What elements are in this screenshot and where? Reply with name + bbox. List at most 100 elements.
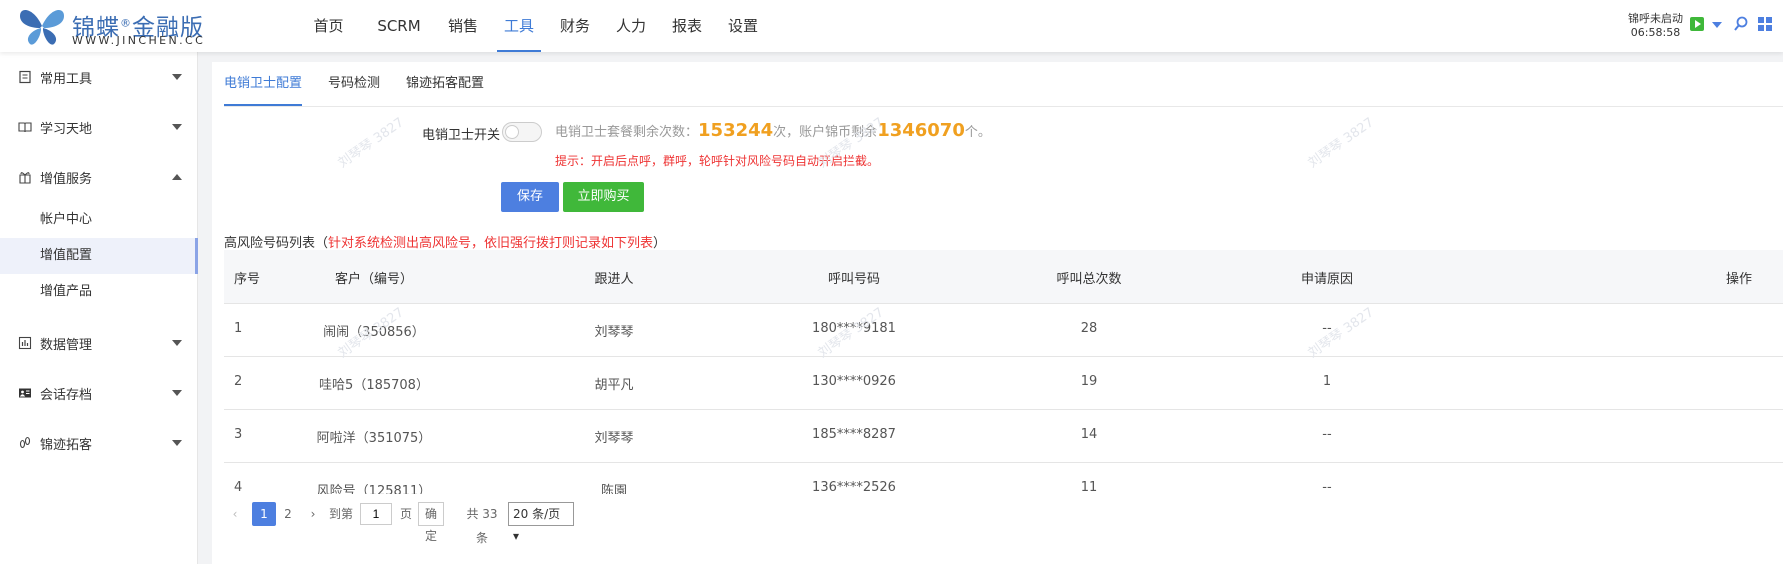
sidebar-subitem-value-products[interactable]: 增值产品: [0, 274, 198, 310]
book-icon: [18, 122, 32, 133]
goto-confirm-button[interactable]: 确定: [418, 502, 445, 543]
cell-phone: 136****2526: [812, 480, 896, 494]
hint-text: 提示：开启后点呼，群呼，轮呼针对风险号码自动开启拦截。: [555, 154, 880, 168]
nav-reports[interactable]: 报表: [665, 0, 709, 52]
prev-page-icon[interactable]: ‹: [226, 502, 244, 526]
sidebar: 常用工具 学习天地 增值服务 帐户中心 增值配置 增值产品 数据管理 会话存档 …: [0, 52, 198, 564]
page-size-value: 20 条/页: [513, 507, 561, 521]
cell-owner: 刘琴琴: [594, 431, 634, 446]
goto-page-input[interactable]: [360, 503, 392, 525]
sidebar-item-label: 数据管理: [40, 337, 93, 353]
cell-phone: 130****0926: [812, 374, 896, 389]
col-phone: 呼叫号码: [827, 272, 880, 287]
col-customer: 客户（编号）: [334, 272, 413, 287]
goto-prefix: 到第: [328, 507, 353, 521]
coin-count: 1346070: [877, 120, 965, 141]
top-header: 锦蝶®金融版 WWW.JINCHEN.CC 首页 SCRM 销售 工具 财务 人…: [0, 0, 1783, 52]
tab-footprint-config[interactable]: 锦迹拓客配置: [406, 62, 484, 106]
save-button[interactable]: 保存: [501, 182, 559, 212]
col-action: 操作: [1725, 272, 1752, 287]
table-header: 序号 客户（编号） 跟进人 呼叫号码 呼叫总次数 申请原因 操作: [224, 250, 1783, 304]
table-row[interactable]: 3 阿啦洋（351075） 刘琴琴 185****8287 14 --: [224, 410, 1783, 463]
sidebar-item-label: 会话存档: [40, 387, 93, 403]
search-icon[interactable]: [1733, 16, 1749, 32]
cell-reason: --: [1322, 321, 1332, 336]
cell-customer[interactable]: 阿啦洋（351075）: [299, 427, 449, 446]
tab-telesales-guard-config[interactable]: 电销卫士配置: [224, 62, 303, 106]
page-button-1[interactable]: 1: [252, 502, 276, 526]
call-status: 锦呼未启动 06:58:58: [1628, 12, 1683, 40]
col-reason: 申请原因: [1300, 272, 1353, 287]
clipboard-icon: [19, 70, 31, 84]
cell-phone: 185****8287: [812, 427, 896, 442]
main-panel: 电销卫士配置 号码检测 锦迹拓客配置 电销卫士开关 电销卫士套餐剩余次数：153…: [212, 62, 1783, 564]
play-icon[interactable]: [1689, 16, 1705, 32]
table-row[interactable]: 1 闹闹（350856） 刘琴琴 180****9181 28 --: [224, 304, 1783, 357]
call-status-text: 锦呼未启动: [1628, 12, 1683, 25]
nav-hr[interactable]: 人力: [609, 0, 653, 52]
switch-knob: [505, 125, 519, 139]
cell-customer[interactable]: 闹闹（350856）: [299, 321, 449, 340]
tab-number-check[interactable]: 号码检测: [328, 62, 380, 106]
chevron-up-icon: [172, 174, 182, 180]
tab-bar: 电销卫士配置 号码检测 锦迹拓客配置: [224, 62, 510, 106]
grid-menu-icon[interactable]: [1757, 16, 1773, 32]
sidebar-item-footprint[interactable]: 锦迹拓客: [0, 418, 198, 468]
sidebar-subitem-value-config[interactable]: 增值配置: [0, 238, 198, 274]
nav-scrm[interactable]: SCRM: [369, 0, 429, 52]
risk-number-table: 序号 客户（编号） 跟进人 呼叫号码 呼叫总次数 申请原因 操作 1 闹闹（35…: [224, 250, 1783, 494]
nav-settings[interactable]: 设置: [721, 0, 765, 52]
nav-sales[interactable]: 销售: [441, 0, 485, 52]
col-calls: 呼叫总次数: [1056, 272, 1122, 287]
cell-calls: 28: [1080, 321, 1098, 336]
risk-list-title: 高风险号码列表（针对系统检测出高风险号，依旧强行拨打则记录如下列表）: [224, 236, 667, 251]
quota-prefix: 电销卫士套餐剩余次数：: [555, 125, 699, 140]
sidebar-item-common-tools[interactable]: 常用工具: [0, 52, 198, 102]
sidebar-item-value-added[interactable]: 增值服务: [0, 152, 198, 202]
page-button-2[interactable]: 2: [276, 502, 300, 526]
cell-reason: --: [1322, 480, 1332, 494]
chevron-down-icon: [172, 74, 182, 80]
cell-owner: 胡平凡: [594, 378, 634, 393]
sidebar-item-label: 学习天地: [40, 121, 93, 137]
sidebar-item-learning[interactable]: 学习天地: [0, 102, 198, 152]
col-no: 序号: [234, 272, 261, 287]
chevron-down-icon[interactable]: [1709, 16, 1725, 32]
sidebar-item-data-management[interactable]: 数据管理: [0, 318, 198, 368]
buy-now-button[interactable]: 立即购买: [563, 182, 644, 212]
cell-no: 3: [234, 427, 243, 442]
cell-phone: 180****9181: [812, 321, 896, 336]
switch-label: 电销卫士开关: [421, 128, 500, 143]
nav-finance[interactable]: 财务: [553, 0, 597, 52]
sidebar-item-label: 增值服务: [40, 171, 93, 187]
cell-calls: 14: [1080, 427, 1098, 442]
next-page-icon[interactable]: ›: [304, 502, 322, 526]
sidebar-item-label: 常用工具: [40, 71, 93, 87]
cell-owner: 陈園: [600, 484, 627, 494]
cell-no: 1: [234, 321, 243, 336]
chevron-down-icon: [172, 440, 182, 446]
logo-subtitle: WWW.JINCHEN.CC: [72, 34, 206, 47]
quota-suffix: 个。: [964, 125, 991, 140]
cell-reason: --: [1322, 427, 1332, 442]
chevron-down-icon: [172, 340, 182, 346]
chevron-down-icon: [172, 124, 182, 130]
sidebar-item-session-archive[interactable]: 会话存档: [0, 368, 198, 418]
nav-tools[interactable]: 工具: [497, 0, 541, 52]
quota-mid: 次，账户锦币剩余: [773, 125, 878, 140]
cell-owner: 刘琴琴: [594, 325, 634, 340]
goto-suffix: 页: [399, 507, 412, 521]
quota-count: 153244: [698, 120, 774, 141]
sidebar-subitem-account-center[interactable]: 帐户中心: [0, 202, 198, 238]
nav-home[interactable]: 首页: [300, 0, 357, 52]
brand-logo[interactable]: 锦蝶®金融版 WWW.JINCHEN.CC: [16, 4, 236, 48]
risk-list-note: 针对系统检测出高风险号，依旧强行拨打则记录如下列表: [328, 236, 654, 251]
page-size-select[interactable]: 20 条/页 ▾: [508, 502, 574, 543]
cell-no: 4: [234, 480, 243, 494]
watermark: 刘琴琴 3827: [1305, 115, 1377, 172]
cell-customer[interactable]: 哇哈5（185708）: [299, 374, 449, 393]
table-row[interactable]: 2 哇哈5（185708） 胡平凡 130****0926 19 1: [224, 357, 1783, 410]
table-row[interactable]: 4 风险号（125811） 陈園 136****2526 11 --: [224, 463, 1783, 494]
cell-customer[interactable]: 风险号（125811）: [299, 480, 449, 494]
guard-toggle-switch[interactable]: [502, 122, 542, 142]
